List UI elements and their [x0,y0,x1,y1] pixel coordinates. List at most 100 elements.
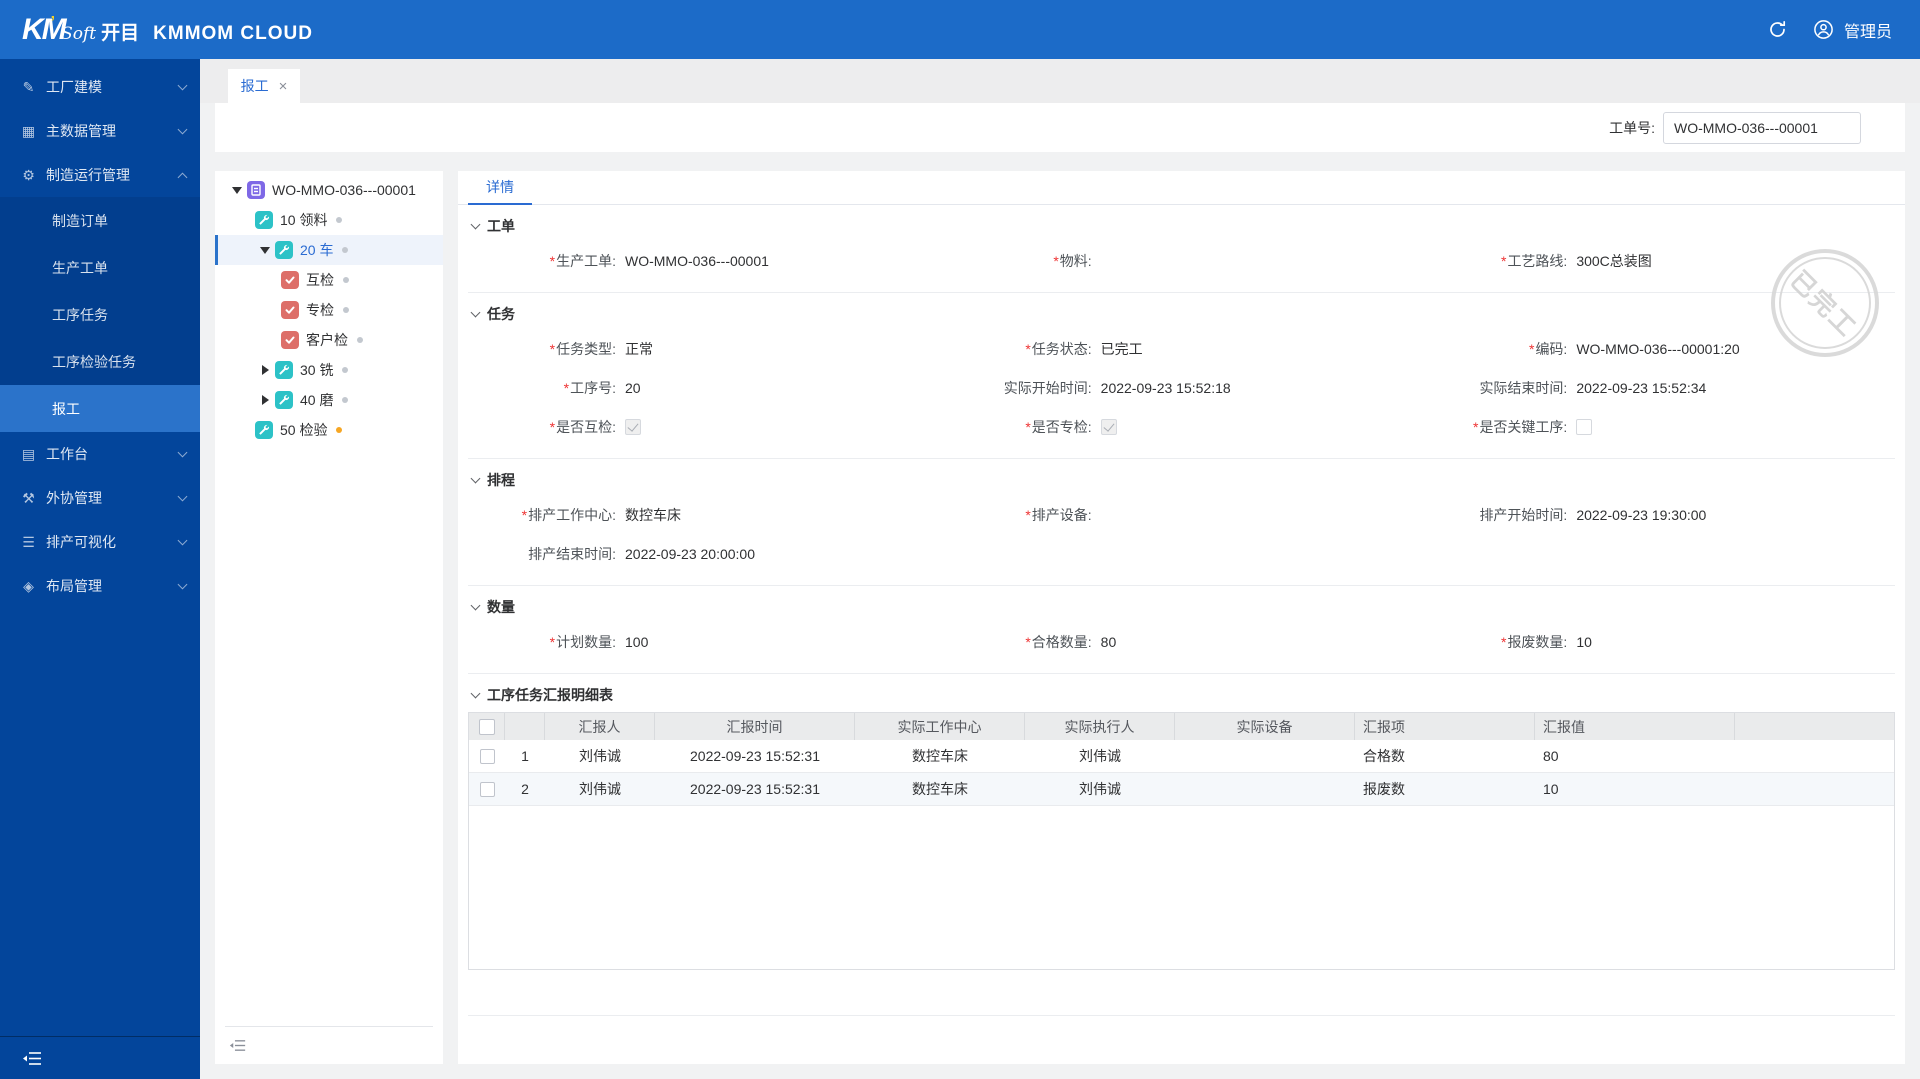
collapse-tree-icon[interactable] [229,1039,246,1052]
caret-right-icon[interactable] [255,395,275,405]
field-label: 排产结束时间: [528,545,616,562]
tree-node-30-milling[interactable]: 30 铣 [215,355,443,385]
cell-report-value: 80 [1543,748,1559,764]
required-mark: * [549,252,556,269]
required-mark: * [549,633,556,650]
tree-node-label: WO-MMO-036---00001 [272,182,416,198]
tree-node-label: 50 检验 [280,422,328,438]
table-row[interactable]: 2 刘伟诚 2022-09-23 15:52:31 数控车床 刘伟诚 报废数 1… [469,773,1894,806]
sidebar-item-operation-inspection-task[interactable]: 工序检验任务 [0,338,200,385]
table-row[interactable]: 1 刘伟诚 2022-09-23 15:52:31 数控车床 刘伟诚 合格数 8… [469,740,1894,773]
sidebar-item-factory-modeling[interactable]: ✎ 工厂建模 [0,65,200,109]
cell-report-item: 报废数 [1363,781,1405,797]
field-value: 20 [625,379,641,396]
tools-icon: ⚒ [22,489,35,506]
row-checkbox[interactable] [479,748,495,764]
clipboard-icon: ▤ [21,445,36,462]
section-report-detail: 工序任务汇报明细表 汇报人 汇报时间 实际工作中心 实际执行人 实际设备 汇报项 [468,674,1895,1028]
required-mark: * [1053,252,1059,269]
field-actual-start-time: 实际开始时间: 2022-09-23 15:52:18 [944,368,1420,407]
section-task-header[interactable]: 任务 [468,299,1895,329]
checkbox-checked-disabled[interactable] [1100,418,1117,435]
detail-panel: 详情 已完工 工单 *生产工单: WO-MMO-036---00001 *物料:… [458,171,1905,1064]
tree-node-10-picking[interactable]: 10 领料 [215,205,443,235]
report-table: 汇报人 汇报时间 实际工作中心 实际执行人 实际设备 汇报项 汇报值 1 刘伟诚… [468,712,1895,970]
col-reporter: 汇报人 [545,713,655,740]
sidebar-item-workbench[interactable]: ▤ 工作台 [0,432,200,476]
chevron-down-icon [470,473,481,483]
required-mark: * [1500,633,1507,650]
tab-work-report[interactable]: 报工 × [228,69,300,103]
collapse-sidebar-icon[interactable] [22,1051,42,1066]
section-title: 工序任务汇报明细表 [487,687,613,703]
field-qualified-qty: *合格数量: 80 [944,622,1420,661]
detail-tabstrip: 详情 [458,171,1905,205]
sidebar-item-label: 排产可视化 [46,534,116,550]
select-all-checkbox[interactable] [478,718,495,735]
status-dot-gray [343,307,349,313]
operation-wrench-icon [275,361,293,379]
sidebar-item-work-report[interactable]: 报工 [0,385,200,432]
tree-node-mutual-inspection[interactable]: 互检 [215,265,443,295]
section-quantity-header[interactable]: 数量 [468,592,1895,622]
field-special-inspection-flag: *是否专检: [944,407,1420,446]
field-task-status: *任务状态: 已完工 [944,329,1420,368]
section-task: 任务 *任务类型: 正常 *任务状态: 已完工 *编码: WO-MMO-036-… [468,293,1895,459]
sidebar-item-operation-task[interactable]: 工序任务 [0,291,200,338]
operation-wrench-icon [275,241,293,259]
field-value: 300C总装图 [1576,252,1652,269]
field-operation-no: *工序号: 20 [468,368,944,407]
section-workorder-header[interactable]: 工单 [468,211,1895,241]
tree-node-40-grinding[interactable]: 40 磨 [215,385,443,415]
caret-down-icon[interactable] [255,246,275,254]
sidebar-item-label: 工作台 [46,446,88,462]
chevron-down-icon [177,579,188,590]
stamp-text: 已完工 [1785,265,1863,343]
sidebar-item-master-data[interactable]: ▦ 主数据管理 [0,109,200,153]
required-mark: * [1500,252,1507,269]
cell-report-time: 2022-09-23 15:52:31 [690,781,820,797]
checkbox-unchecked[interactable] [1576,418,1593,435]
tree-node-special-inspection[interactable]: 专检 [215,295,443,325]
cell-actual-work-center: 数控车床 [912,781,968,797]
field-label: 编码: [1535,340,1568,357]
sidebar-item-production-workorder[interactable]: 生产工单 [0,244,200,291]
section-schedule-header[interactable]: 排程 [468,465,1895,495]
field-planned-qty: *计划数量: 100 [468,622,944,661]
tree-node-50-inspection[interactable]: 50 检验 [215,415,443,445]
tree-node-root[interactable]: WO-MMO-036---00001 [215,175,443,205]
field-scheduled-end-time: 排产结束时间: 2022-09-23 20:00:00 [468,534,944,573]
field-value: 2022-09-23 15:52:34 [1576,379,1707,396]
section-title: 数量 [487,599,515,615]
workorder-no-input[interactable] [1663,111,1861,144]
page-tabstrip: 报工 × [200,59,1920,103]
field-label: 报废数量: [1507,633,1568,650]
caret-right-icon[interactable] [255,365,275,375]
sidebar-item-manufacturing-order[interactable]: 制造订单 [0,197,200,244]
sidebar-item-outsourcing[interactable]: ⚒ 外协管理 [0,476,200,520]
gear-icon: ⚙ [22,166,35,183]
row-checkbox[interactable] [479,781,495,797]
checkbox-checked-disabled[interactable] [625,418,641,435]
tree-node-20-lathe[interactable]: 20 车 [215,235,443,265]
section-schedule: 排程 *排产工作中心: 数控车床 *排产设备: 排产开始时间: 2022-09-… [468,459,1895,586]
col-actual-device: 实际设备 [1175,713,1355,740]
query-toolbar: 工单号: [215,103,1905,152]
tree-node-customer-inspection[interactable]: 客户检 [215,325,443,355]
sidebar-subitem-label: 制造订单 [52,212,108,229]
field-value: 已完工 [1100,340,1143,357]
field-material: *物料: [944,241,1420,280]
section-report-detail-header[interactable]: 工序任务汇报明细表 [468,680,1895,710]
tree-node-label: 30 铣 [300,362,334,378]
sidebar-item-scheduling-visualization[interactable]: ☰ 排产可视化 [0,520,200,564]
refresh-icon[interactable] [1768,20,1787,39]
sidebar-item-manufacturing-ops[interactable]: ⚙ 制造运行管理 [0,153,200,197]
tab-details[interactable]: 详情 [468,171,532,205]
sidebar-item-label: 工厂建模 [46,79,102,95]
user-menu[interactable]: 管理员 [1813,18,1892,42]
sidebar-item-layout-management[interactable]: ◈ 布局管理 [0,564,200,608]
close-icon[interactable]: × [279,78,288,95]
chevron-up-icon [177,172,188,182]
logo-accent: ’ [50,13,56,31]
caret-down-icon[interactable] [227,186,247,194]
